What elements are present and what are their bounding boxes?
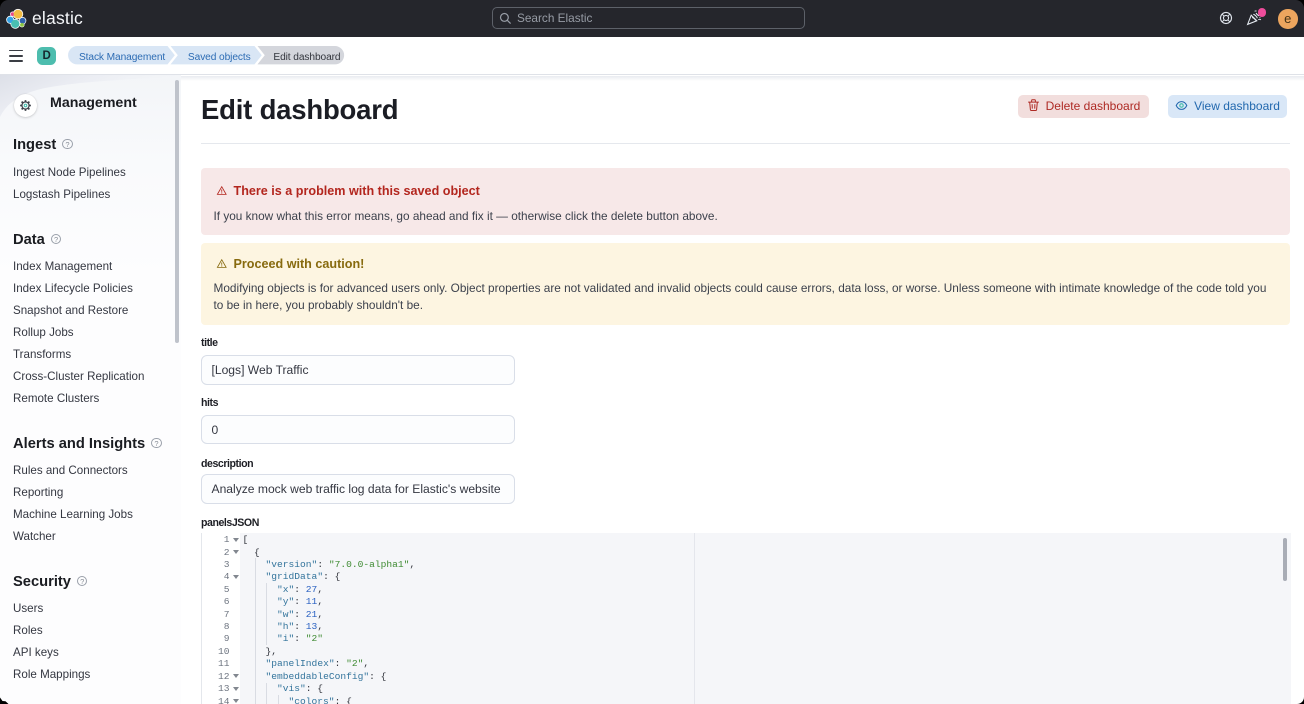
svg-text:Stack Management: Stack Management <box>79 53 165 64</box>
svg-text:Edit dashboard: Edit dashboard <box>273 53 341 64</box>
svg-text:Saved objects: Saved objects <box>188 53 251 64</box>
